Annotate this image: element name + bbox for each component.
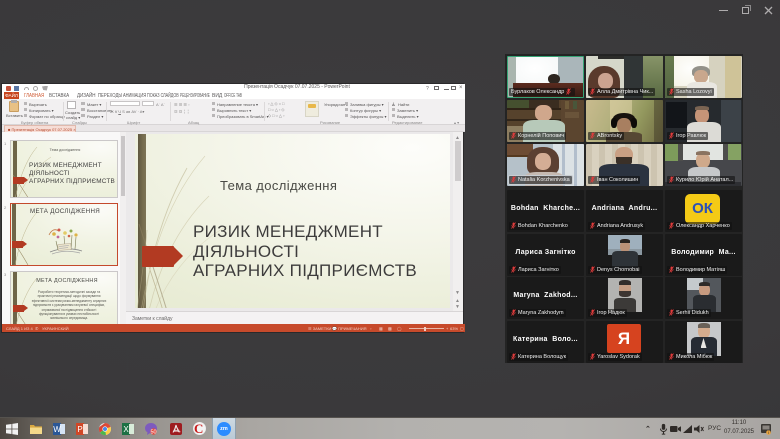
svg-text:P: P [77, 425, 82, 434]
svg-text:W: W [53, 425, 61, 434]
svg-text:i: i [768, 430, 769, 435]
svg-text:X: X [123, 425, 129, 434]
svg-text:50: 50 [150, 430, 156, 435]
